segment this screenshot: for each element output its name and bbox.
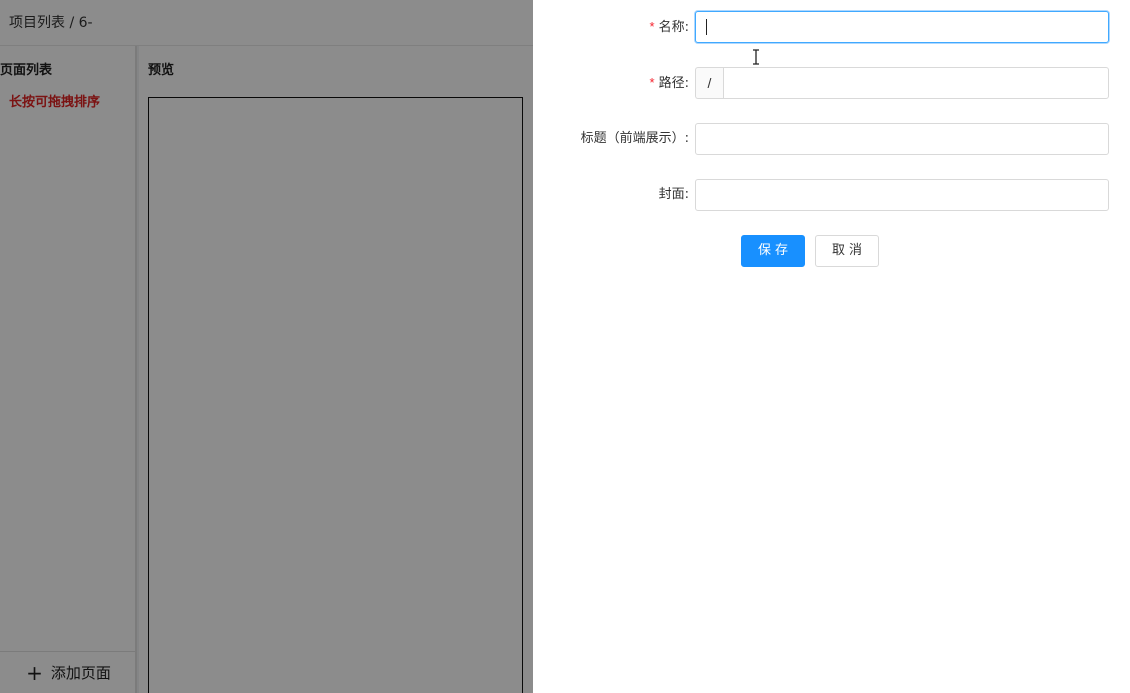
path-prefix-addon: /	[695, 67, 723, 99]
text-caret	[706, 19, 707, 35]
title-input[interactable]	[695, 123, 1109, 155]
path-label: * 路径:	[649, 75, 689, 91]
text-cursor-icon	[753, 49, 759, 65]
cover-form-row: 封面:	[533, 179, 1130, 211]
path-input[interactable]	[723, 67, 1109, 99]
name-form-row: * 名称:	[533, 11, 1130, 43]
cancel-button[interactable]: 取消	[815, 235, 879, 267]
save-button[interactable]: 保存	[741, 235, 805, 267]
required-mark: *	[649, 75, 655, 90]
cover-label: 封面:	[658, 187, 689, 202]
page-edit-drawer: * 名称: * 路径: / 标题（前端展示）: 封面: 保存 取消	[533, 0, 1130, 693]
name-input[interactable]	[695, 11, 1109, 43]
path-input-group: /	[695, 67, 1109, 99]
title-label: 标题（前端展示）:	[580, 131, 689, 146]
required-mark: *	[649, 19, 655, 34]
cover-input[interactable]	[695, 179, 1109, 211]
title-form-row: 标题（前端展示）:	[533, 123, 1130, 155]
name-label: * 名称:	[649, 19, 689, 35]
path-form-row: * 路径: /	[533, 67, 1130, 99]
